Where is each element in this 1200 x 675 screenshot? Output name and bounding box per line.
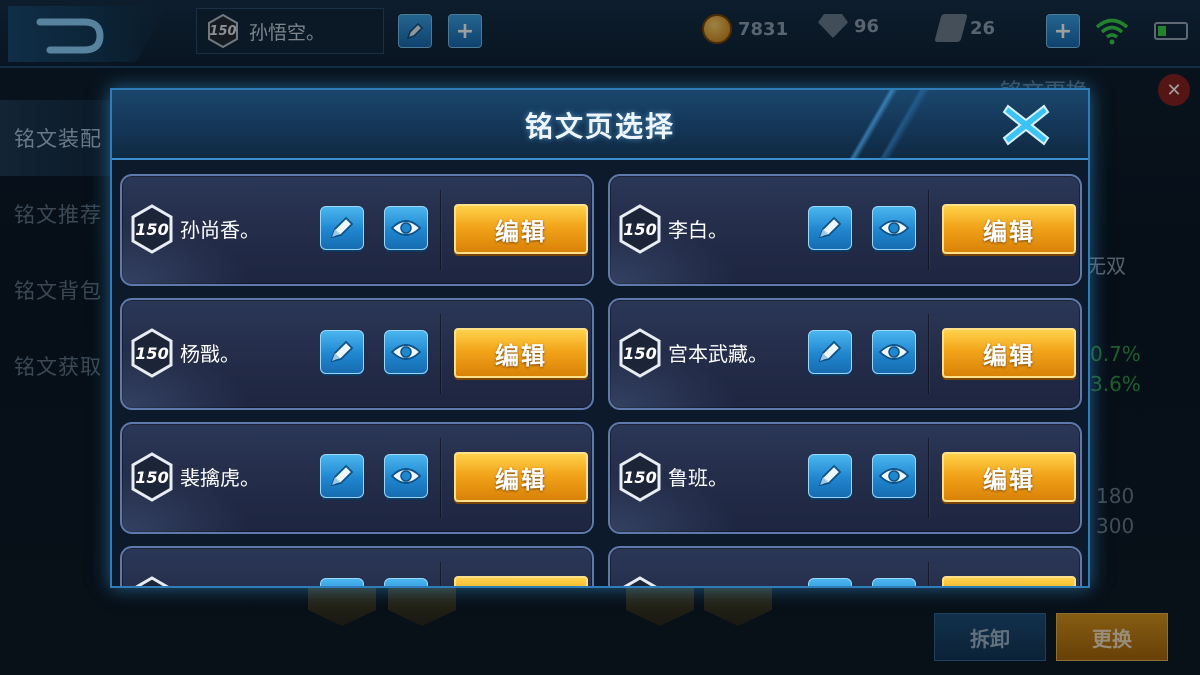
edit-page-button[interactable]: 编辑 bbox=[942, 204, 1076, 254]
page-name: 杨戬。 bbox=[180, 342, 240, 366]
rune-page-card: 150 宫本武藏。 编辑 bbox=[608, 298, 1082, 410]
rename-page-button[interactable] bbox=[808, 578, 852, 586]
page-level-badge: 150 bbox=[618, 452, 662, 502]
eye-icon bbox=[878, 344, 910, 360]
page-level: 150 bbox=[623, 343, 657, 363]
page-name: 宫本武藏。 bbox=[668, 342, 768, 366]
rune-page-card: 150 孙尚香。 编辑 bbox=[120, 174, 594, 286]
rune-page-card bbox=[120, 546, 594, 586]
card-divider bbox=[928, 190, 930, 270]
eye-icon bbox=[390, 468, 422, 484]
rename-page-button[interactable] bbox=[320, 578, 364, 586]
card-divider bbox=[928, 314, 930, 394]
page-level: 150 bbox=[135, 343, 169, 363]
pencil-icon bbox=[330, 340, 354, 363]
modal-close-button[interactable] bbox=[998, 98, 1054, 152]
eye-icon bbox=[390, 220, 422, 236]
page-name: 孙尚香。 bbox=[180, 218, 260, 242]
rename-page-button[interactable] bbox=[320, 330, 364, 374]
view-page-button[interactable] bbox=[384, 330, 428, 374]
rune-page-card: 150 裴擒虎。 编辑 bbox=[120, 422, 594, 534]
page-level-badge: 150 bbox=[618, 204, 662, 254]
card-divider bbox=[928, 438, 930, 518]
rune-page-card: 150 杨戬。 编辑 bbox=[120, 298, 594, 410]
view-page-button[interactable] bbox=[872, 206, 916, 250]
rename-page-button[interactable] bbox=[808, 330, 852, 374]
pencil-icon bbox=[818, 464, 842, 487]
edit-page-button[interactable]: 编辑 bbox=[454, 452, 588, 502]
card-divider bbox=[440, 190, 442, 270]
rune-page-card bbox=[608, 546, 1082, 586]
page-level: 150 bbox=[623, 467, 657, 487]
edit-page-button[interactable]: 编辑 bbox=[454, 204, 588, 254]
eye-icon bbox=[878, 468, 910, 484]
modal-title: 铭文页选择 bbox=[524, 110, 675, 143]
card-divider bbox=[440, 314, 442, 394]
edit-page-button[interactable]: 编辑 bbox=[942, 452, 1076, 502]
rune-page-card: 150 李白。 编辑 bbox=[608, 174, 1082, 286]
edit-page-button[interactable] bbox=[942, 576, 1076, 586]
view-page-button[interactable] bbox=[384, 206, 428, 250]
page-level-badge: 150 bbox=[130, 204, 174, 254]
rune-page-select-dialog: 铭文页选择 150 孙尚香。 编辑 150 李白。 编辑 150 杨戬。 编辑 … bbox=[110, 88, 1090, 588]
edit-page-button[interactable] bbox=[454, 576, 588, 586]
pencil-icon bbox=[818, 340, 842, 363]
page-level: 150 bbox=[135, 219, 169, 239]
card-divider bbox=[440, 438, 442, 518]
edit-page-button[interactable]: 编辑 bbox=[942, 328, 1076, 378]
eye-icon bbox=[390, 344, 422, 360]
rename-page-button[interactable] bbox=[808, 206, 852, 250]
page-level: 150 bbox=[135, 467, 169, 487]
pencil-icon bbox=[330, 216, 354, 239]
pencil-icon bbox=[815, 585, 845, 586]
view-page-button[interactable] bbox=[384, 454, 428, 498]
page-name: 李白。 bbox=[668, 218, 728, 242]
edit-page-button[interactable]: 编辑 bbox=[454, 328, 588, 378]
view-page-button[interactable] bbox=[872, 578, 916, 586]
pencil-icon bbox=[330, 464, 354, 487]
rename-page-button[interactable] bbox=[320, 454, 364, 498]
rune-page-card: 150 鲁班。 编辑 bbox=[608, 422, 1082, 534]
page-level-badge bbox=[618, 576, 662, 586]
view-page-button[interactable] bbox=[384, 578, 428, 586]
page-level-badge: 150 bbox=[618, 328, 662, 378]
close-x-icon bbox=[1002, 104, 1050, 146]
view-page-button[interactable] bbox=[872, 330, 916, 374]
page-level-badge: 150 bbox=[130, 328, 174, 378]
page-level-badge: 150 bbox=[130, 452, 174, 502]
pencil-icon bbox=[327, 585, 357, 586]
rune-page-list[interactable]: 150 孙尚香。 编辑 150 李白。 编辑 150 杨戬。 编辑 150 宫本… bbox=[120, 174, 1082, 586]
rename-page-button[interactable] bbox=[320, 206, 364, 250]
view-page-button[interactable] bbox=[872, 454, 916, 498]
eye-icon bbox=[878, 220, 910, 236]
page-name: 裴擒虎。 bbox=[180, 466, 260, 490]
card-divider bbox=[928, 562, 930, 586]
page-level: 150 bbox=[623, 219, 657, 239]
rename-page-button[interactable] bbox=[808, 454, 852, 498]
page-level-badge bbox=[130, 576, 174, 586]
card-divider bbox=[440, 562, 442, 586]
pencil-icon bbox=[818, 216, 842, 239]
page-name: 鲁班。 bbox=[668, 466, 728, 490]
